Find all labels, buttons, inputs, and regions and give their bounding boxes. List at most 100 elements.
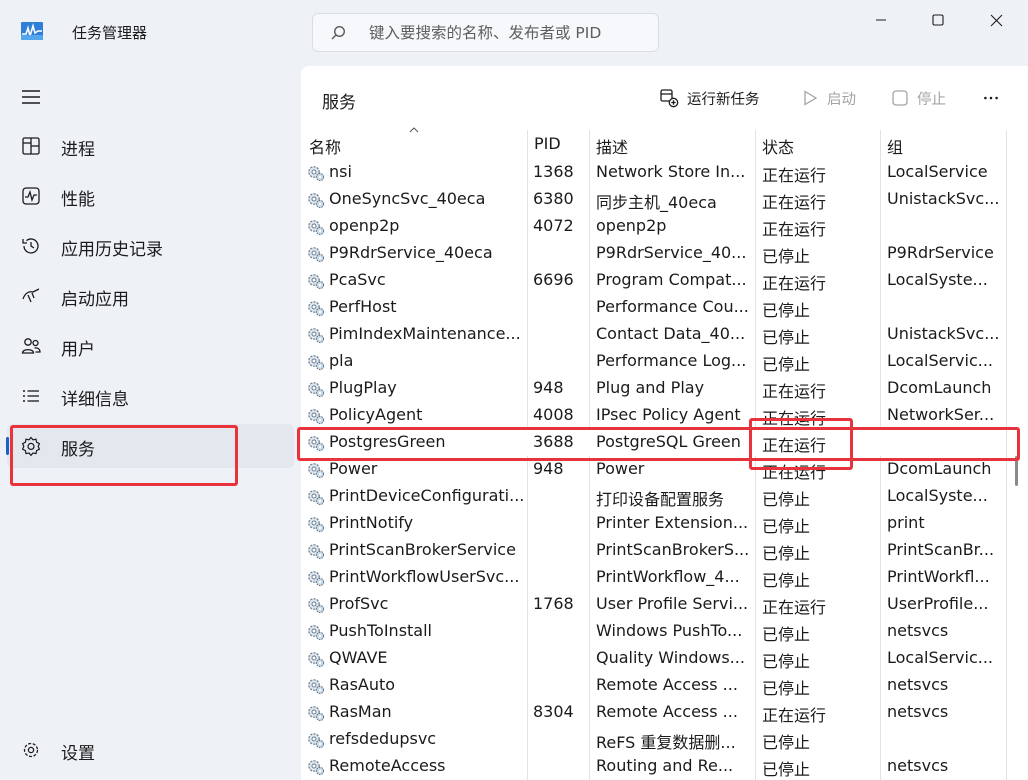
- details-icon: [23, 390, 39, 402]
- column-header-group[interactable]: 组: [887, 134, 903, 158]
- sidebar-item-app-history[interactable]: 应用历史记录: [7, 224, 294, 268]
- table-row[interactable]: QWAVE Quality Windows... 已停止 LocalServic...: [301, 645, 1006, 672]
- sidebar-item-startup-apps[interactable]: 启动应用: [7, 274, 294, 318]
- sidebar-item-performance[interactable]: 性能: [7, 174, 294, 218]
- service-status: 正在运行: [762, 166, 827, 185]
- column-header-name[interactable]: 名称: [309, 134, 341, 158]
- sidebar-item-label: 设置: [61, 744, 95, 764]
- table-row[interactable]: refsdedupsvc ReFS 重复数据删... 已停止: [301, 726, 1006, 753]
- table-row[interactable]: PushToInstall Windows PushTo... 已停止 netsvcs: [301, 618, 1006, 645]
- stop-button[interactable]: 停止: [891, 82, 946, 114]
- run-new-task-button[interactable]: 运行新任务: [659, 82, 760, 114]
- app-history-icon: [22, 238, 39, 254]
- service-group: LocalServic...: [887, 351, 994, 370]
- service-description: Routing and Re...: [596, 756, 734, 775]
- column-header-description[interactable]: 描述: [596, 134, 628, 158]
- more-options-button[interactable]: [983, 82, 1007, 114]
- minimize-icon: [876, 19, 886, 21]
- column-header-pid[interactable]: PID: [534, 134, 561, 153]
- service-status: 已停止: [762, 355, 811, 374]
- table-row[interactable]: PerfHost Performance Cou... 已停止: [301, 294, 1006, 321]
- sidebar-item-processes[interactable]: 进程: [7, 124, 294, 168]
- service-gear-icon: [308, 382, 325, 398]
- search-input[interactable]: [369, 14, 649, 51]
- service-gear-icon: [308, 328, 325, 344]
- minimize-button[interactable]: [858, 0, 904, 40]
- service-name: PushToInstall: [329, 621, 432, 640]
- table-row[interactable]: PlugPlay 948 Plug and Play 正在运行 DcomLaunch: [301, 375, 1006, 402]
- service-name: P9RdrService_40eca: [329, 243, 493, 262]
- sort-ascending-icon: [409, 127, 419, 133]
- sidebar-item-details[interactable]: 详细信息: [7, 374, 294, 418]
- table-row[interactable]: P9RdrService_40eca P9RdrService_40... 已停止 P…: [301, 240, 1006, 267]
- service-description: User Profile Servi...: [596, 594, 748, 613]
- service-status: 正在运行: [762, 598, 827, 617]
- service-description: Remote Access ...: [596, 702, 738, 721]
- service-name: OneSyncSvc_40eca: [329, 189, 486, 208]
- table-row[interactable]: RasAuto Remote Access ... 已停止 netsvcs: [301, 672, 1006, 699]
- service-gear-icon: [308, 220, 325, 236]
- service-status: 已停止: [762, 652, 811, 671]
- search-box[interactable]: [312, 13, 659, 52]
- service-status: 正在运行: [762, 706, 827, 725]
- sidebar-item-label: 详细信息: [61, 390, 129, 410]
- start-label: 启动: [827, 91, 856, 108]
- maximize-icon: [932, 14, 944, 26]
- close-button[interactable]: [973, 0, 1019, 40]
- service-group: UserProfile...: [887, 594, 989, 613]
- service-description: Contact Data_40...: [596, 324, 746, 343]
- maximize-button[interactable]: [915, 0, 961, 40]
- table-row[interactable]: PrintNotify Printer Extension... 已停止 print: [301, 510, 1006, 537]
- column-header-status[interactable]: 状态: [762, 134, 794, 158]
- table-row[interactable]: PolicyAgent 4008 IPsec Policy Agent 正在运行 Net…: [301, 402, 1006, 429]
- sidebar-item-label: 应用历史记录: [61, 240, 163, 260]
- service-group: netsvcs: [887, 621, 949, 640]
- hamburger-menu-icon[interactable]: [19, 85, 43, 109]
- table-row[interactable]: PrintDeviceConfigurati... 打印设备配置服务 已停止 Loca…: [301, 483, 1006, 510]
- service-group: LocalService: [887, 162, 988, 181]
- table-row[interactable]: PostgresGreen 3688 PostgreSQL Green 正在运行: [301, 429, 1006, 456]
- service-name: openp2p: [329, 216, 400, 235]
- table-row[interactable]: PcaSvc 6696 Program Compat... 正在运行 LocalSyst…: [301, 267, 1006, 294]
- table-row[interactable]: PimIndexMaintenance... Contact Data_40...…: [301, 321, 1006, 348]
- service-pid: 6696: [533, 270, 574, 289]
- title-bar: 任务管理器: [0, 0, 1028, 66]
- table-row[interactable]: PrintWorkflowUserSvc... PrintWorkflow_4..…: [301, 564, 1006, 591]
- table-row[interactable]: Power 948 Power 正在运行 DcomLaunch: [301, 456, 1006, 483]
- service-name: PrintNotify: [329, 513, 414, 532]
- sidebar-item-settings[interactable]: 设置: [7, 728, 294, 772]
- app-title: 任务管理器: [72, 24, 148, 42]
- service-name: PlugPlay: [329, 378, 397, 397]
- service-pid: 4072: [533, 216, 574, 235]
- service-description: Printer Extension...: [596, 513, 748, 532]
- run-new-task-label: 运行新任务: [687, 91, 760, 108]
- users-icon: [21, 338, 41, 354]
- service-pid: 1368: [533, 162, 574, 181]
- services-icon: [21, 436, 41, 457]
- table-row[interactable]: PrintScanBrokerService PrintScanBrokerS..…: [301, 537, 1006, 564]
- service-gear-icon: [308, 409, 325, 425]
- sidebar-item-users[interactable]: 用户: [7, 324, 294, 368]
- table-row[interactable]: ProfSvc 1768 User Profile Servi... 正在运行 User…: [301, 591, 1006, 618]
- table-row[interactable]: OneSyncSvc_40eca 6380 同步主机_40eca 正在运行 Unista…: [301, 186, 1006, 213]
- table-row[interactable]: pla Performance Log... 已停止 LocalServic...: [301, 348, 1006, 375]
- service-description: Network Store In...: [596, 162, 746, 181]
- service-status: 已停止: [762, 571, 811, 590]
- start-button[interactable]: 启动: [801, 82, 856, 114]
- service-status: 正在运行: [762, 220, 827, 239]
- scrollbar-thumb[interactable]: [1015, 456, 1018, 486]
- table-row[interactable]: nsi 1368 Network Store In... 正在运行 LocalServi…: [301, 159, 1006, 186]
- service-name: PrintScanBrokerService: [329, 540, 516, 559]
- sidebar-item-services[interactable]: 服务: [6, 424, 294, 468]
- sidebar-item-label: 进程: [61, 140, 95, 160]
- service-gear-icon: [308, 598, 325, 614]
- sidebar: 进程 性能 应用历史记录 启动应用 用户 详细信息 服务 设置: [0, 66, 300, 780]
- table-row[interactable]: RemoteAccess Routing and Re... 已停止 netsvcs: [301, 753, 1006, 780]
- table-row[interactable]: openp2p 4072 openp2p 正在运行: [301, 213, 1006, 240]
- service-pid: 6380: [533, 189, 574, 208]
- service-status: 已停止: [762, 760, 811, 779]
- service-gear-icon: [308, 706, 325, 722]
- service-status: 已停止: [762, 544, 811, 563]
- table-row[interactable]: RasMan 8304 Remote Access ... 正在运行 netsvcs: [301, 699, 1006, 726]
- service-group: UnistackSvc...: [887, 324, 1000, 343]
